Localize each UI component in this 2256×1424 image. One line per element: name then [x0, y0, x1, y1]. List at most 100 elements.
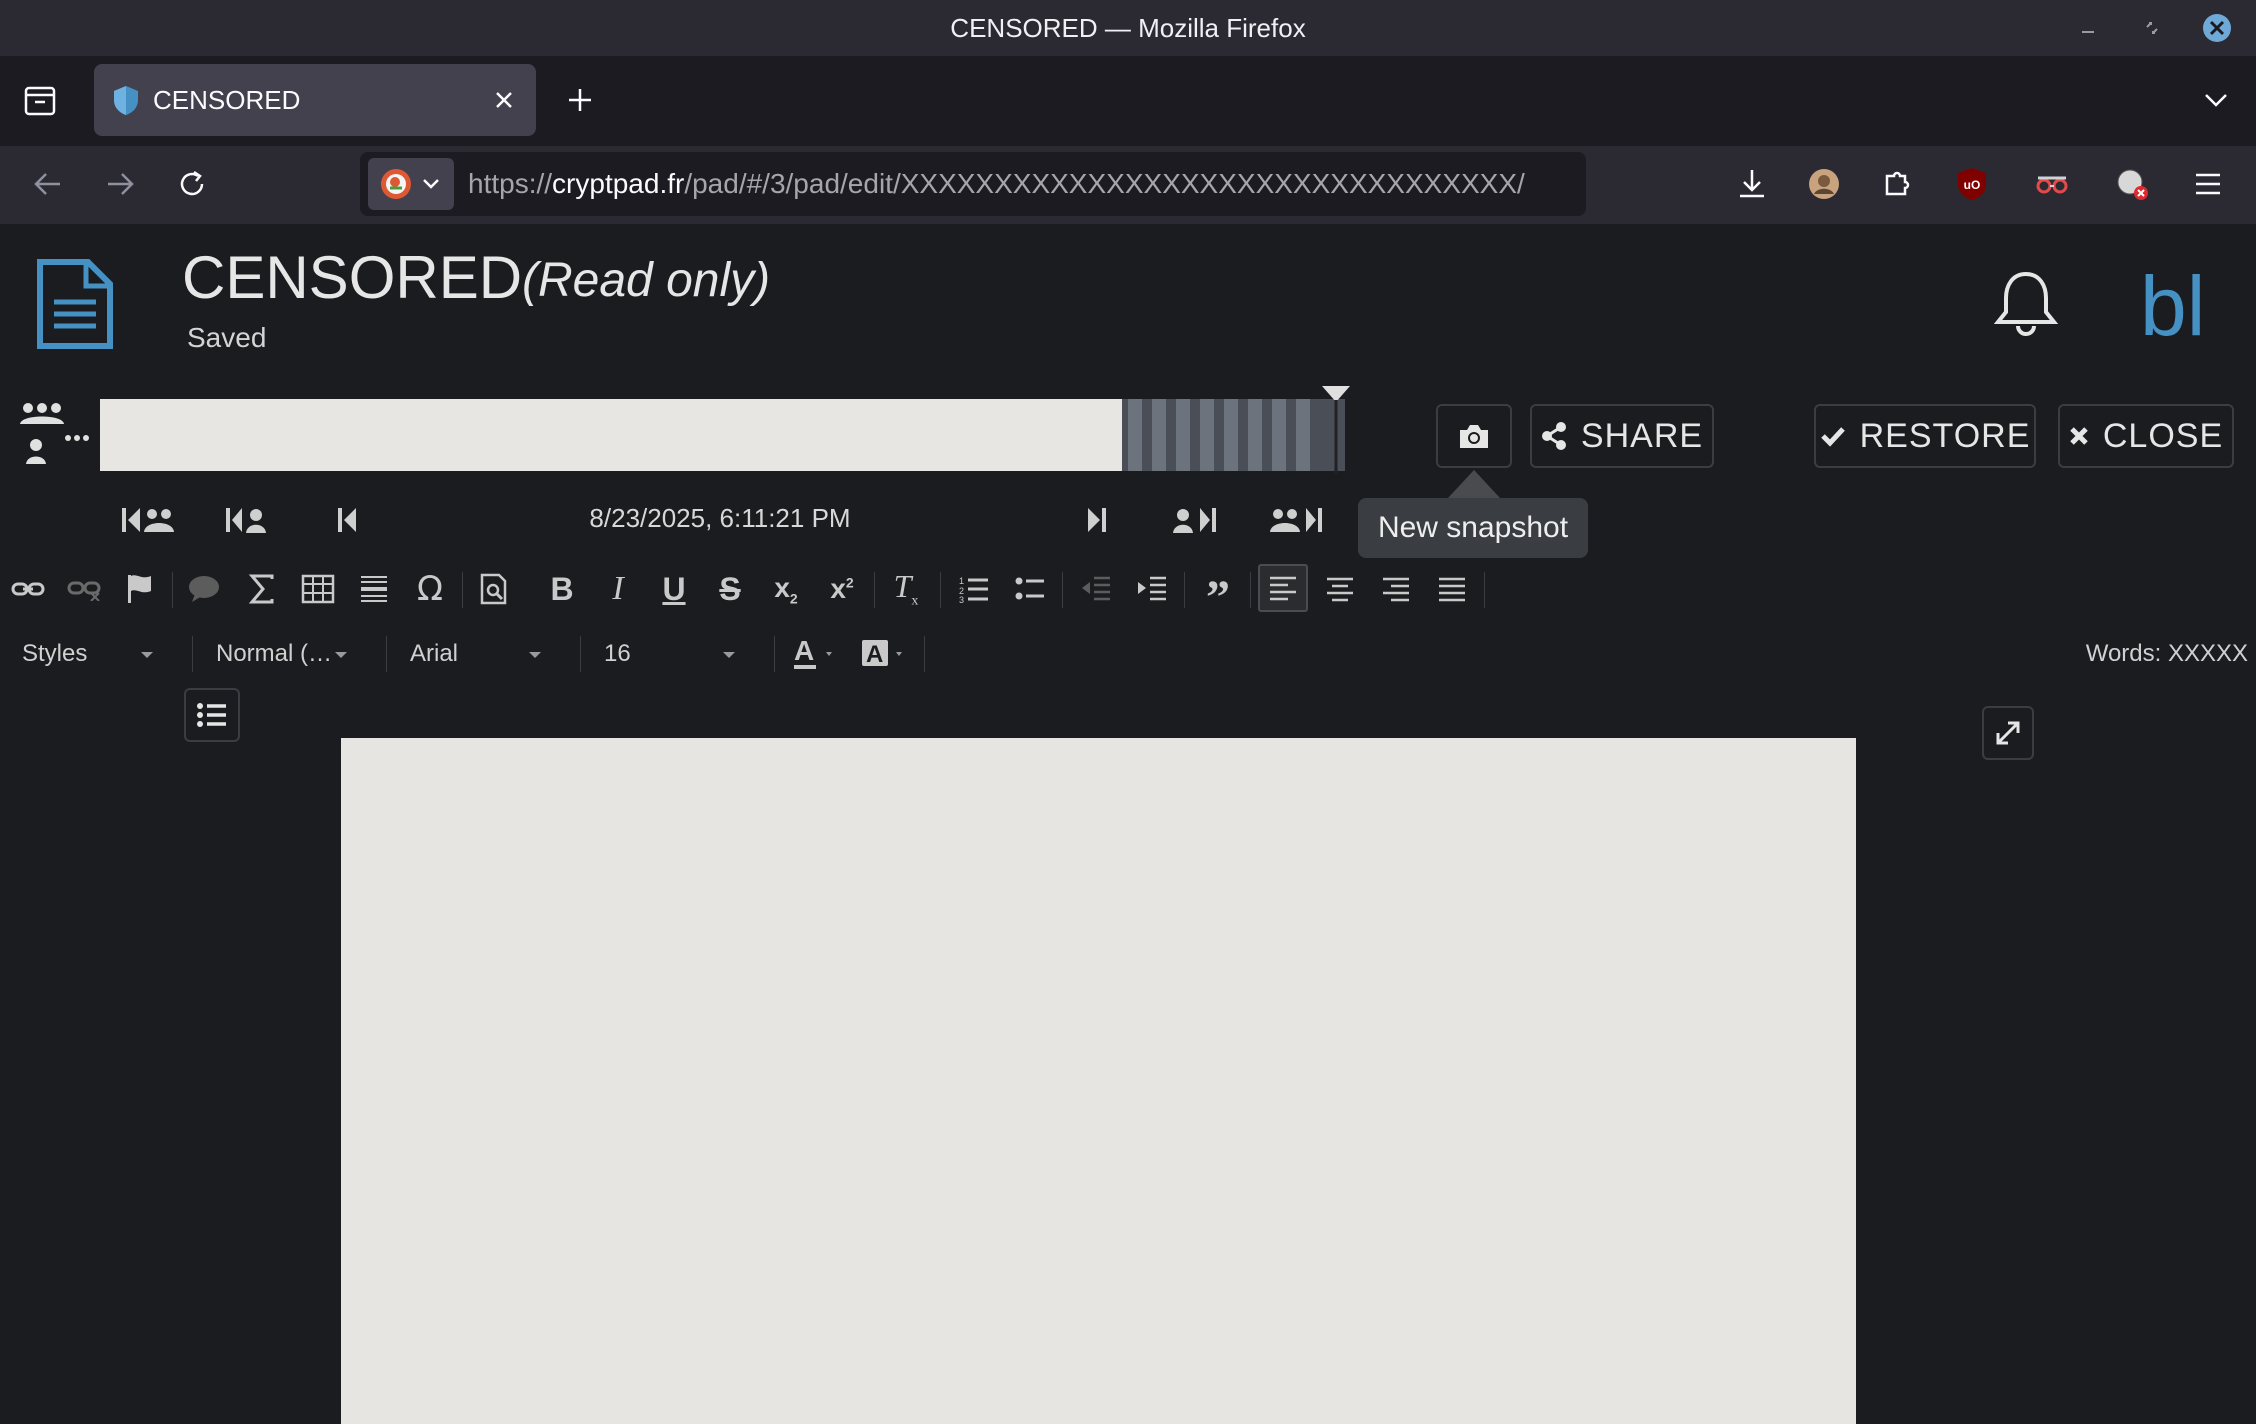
outdent-icon[interactable]	[1074, 566, 1118, 612]
toolbar-separator	[172, 572, 173, 608]
font-combo[interactable]: Arial	[410, 634, 530, 674]
user-avatar[interactable]: bl	[2140, 256, 2205, 356]
svg-text:3: 3	[959, 595, 964, 604]
privacy-extension-icon[interactable]	[2030, 162, 2074, 206]
list-all-tabs-icon[interactable]	[2200, 84, 2232, 116]
history-tick	[1152, 399, 1166, 471]
downloads-icon[interactable]	[1730, 162, 1774, 206]
history-tick	[1224, 399, 1238, 471]
align-justify-icon[interactable]	[1430, 566, 1474, 612]
app-menu-icon[interactable]	[2186, 162, 2230, 206]
align-right-icon[interactable]	[1374, 566, 1418, 612]
toolbar-separator	[386, 636, 387, 672]
styles-dropdown-icon[interactable]	[141, 652, 153, 658]
back-icon[interactable]	[26, 162, 70, 206]
font-size-dropdown-icon[interactable]	[723, 652, 735, 658]
tab-title: CENSORED	[153, 85, 301, 115]
close-history-button[interactable]: CLOSE	[2058, 404, 2234, 468]
last-version-all-users-icon[interactable]	[1266, 500, 1328, 540]
italic-icon[interactable]: I	[596, 566, 640, 612]
font-size-combo[interactable]: 16	[604, 634, 704, 674]
first-version-all-users-icon[interactable]	[118, 500, 180, 540]
share-button[interactable]: SHARE	[1530, 404, 1714, 468]
list-icon	[196, 702, 228, 728]
toolbar-separator	[924, 636, 925, 672]
share-icon	[1541, 422, 1567, 450]
document-page[interactable]	[341, 738, 1856, 1424]
align-center-icon[interactable]	[1318, 566, 1362, 612]
svg-text:A: A	[866, 641, 883, 668]
ublock-origin-icon[interactable]: uO	[1950, 162, 1994, 206]
numbered-list-icon[interactable]: 123	[952, 566, 996, 612]
close-window-icon[interactable]	[2200, 11, 2234, 45]
clear-format-icon[interactable]: Tx	[884, 566, 928, 612]
bulleted-list-icon[interactable]	[1008, 566, 1052, 612]
close-label: CLOSE	[2102, 416, 2224, 455]
reload-icon[interactable]	[170, 162, 214, 206]
toolbar-separator	[940, 572, 941, 608]
font-combo-label: Arial	[410, 640, 459, 667]
toolbar-separator	[874, 572, 875, 608]
subscript-icon[interactable]: x2	[764, 566, 808, 612]
previous-version-icon[interactable]	[334, 500, 364, 540]
save-status: Saved	[187, 322, 267, 353]
styles-combo-label: Styles	[22, 640, 88, 667]
camera-icon	[1457, 422, 1491, 450]
svg-text:uO: uO	[1964, 178, 1981, 192]
tooltip-arrow	[1448, 470, 1500, 498]
url-text[interactable]: https://cryptpad.fr/pad/#/3/pad/edit/XXX…	[468, 152, 1525, 216]
strikethrough-icon[interactable]: S	[708, 566, 752, 612]
table-icon[interactable]	[296, 566, 340, 612]
read-only-label: (Read only)	[522, 254, 771, 307]
superscript-icon[interactable]: x2	[820, 566, 864, 612]
font-dropdown-icon[interactable]	[529, 652, 541, 658]
restore-button[interactable]: RESTORE	[1814, 404, 2036, 468]
history-tick	[1176, 399, 1190, 471]
align-left-icon[interactable]	[1258, 564, 1308, 612]
last-version-user-icon[interactable]	[1170, 500, 1226, 540]
special-char-omega-icon[interactable]: Ω	[408, 566, 452, 612]
document-title[interactable]: CENSORED	[182, 238, 522, 318]
history-timestamp: 8/23/2025, 6:11:21 PM	[589, 503, 851, 533]
history-position-marker[interactable]	[1322, 384, 1350, 476]
site-info-button[interactable]	[368, 158, 454, 210]
minimize-icon[interactable]	[2076, 18, 2100, 42]
unlink-icon[interactable]	[62, 566, 106, 612]
extensions-icon[interactable]	[1874, 162, 1918, 206]
math-sigma-icon[interactable]	[240, 566, 284, 612]
users-toggle-icon[interactable]	[16, 398, 96, 470]
underline-icon[interactable]: U	[652, 566, 696, 612]
indent-icon[interactable]	[1130, 566, 1174, 612]
toolbar-separator	[1250, 572, 1251, 608]
toolbar-separator	[192, 636, 193, 672]
history-tick	[1128, 399, 1142, 471]
first-version-user-icon[interactable]	[222, 500, 278, 540]
new-tab-icon[interactable]	[564, 84, 596, 116]
text-color-icon[interactable]: A	[792, 636, 840, 672]
outline-toggle-button[interactable]	[184, 688, 240, 742]
history-tick	[1272, 399, 1286, 471]
check-icon	[1820, 424, 1846, 448]
link-icon[interactable]	[6, 566, 50, 612]
preview-icon[interactable]	[472, 566, 516, 612]
forward-icon[interactable]	[98, 162, 142, 206]
snapshot-button[interactable]	[1436, 404, 1512, 468]
maximize-icon[interactable]	[2140, 16, 2164, 40]
account-avatar-icon[interactable]	[1802, 162, 1846, 206]
history-tick	[1296, 399, 1310, 471]
paragraph-format-combo[interactable]: Normal (…	[216, 634, 336, 674]
tab-close-icon[interactable]	[490, 86, 518, 114]
fullscreen-button[interactable]	[1982, 706, 2034, 760]
blockquote-icon[interactable]: ”	[1196, 566, 1240, 622]
bold-icon[interactable]: B	[540, 566, 584, 612]
paragraph-format-dropdown-icon[interactable]	[335, 652, 347, 658]
toolbar-separator	[580, 636, 581, 672]
next-version-icon[interactable]	[1082, 500, 1112, 540]
anchor-flag-icon[interactable]	[118, 566, 162, 612]
horizontal-rule-icon[interactable]	[352, 566, 396, 612]
notifications-bell-icon[interactable]	[1990, 268, 2062, 340]
comment-icon[interactable]	[182, 566, 226, 612]
firefox-view-icon[interactable]	[20, 80, 60, 120]
background-color-icon[interactable]: A	[860, 636, 908, 672]
blocked-extension-icon[interactable]	[2110, 162, 2154, 206]
